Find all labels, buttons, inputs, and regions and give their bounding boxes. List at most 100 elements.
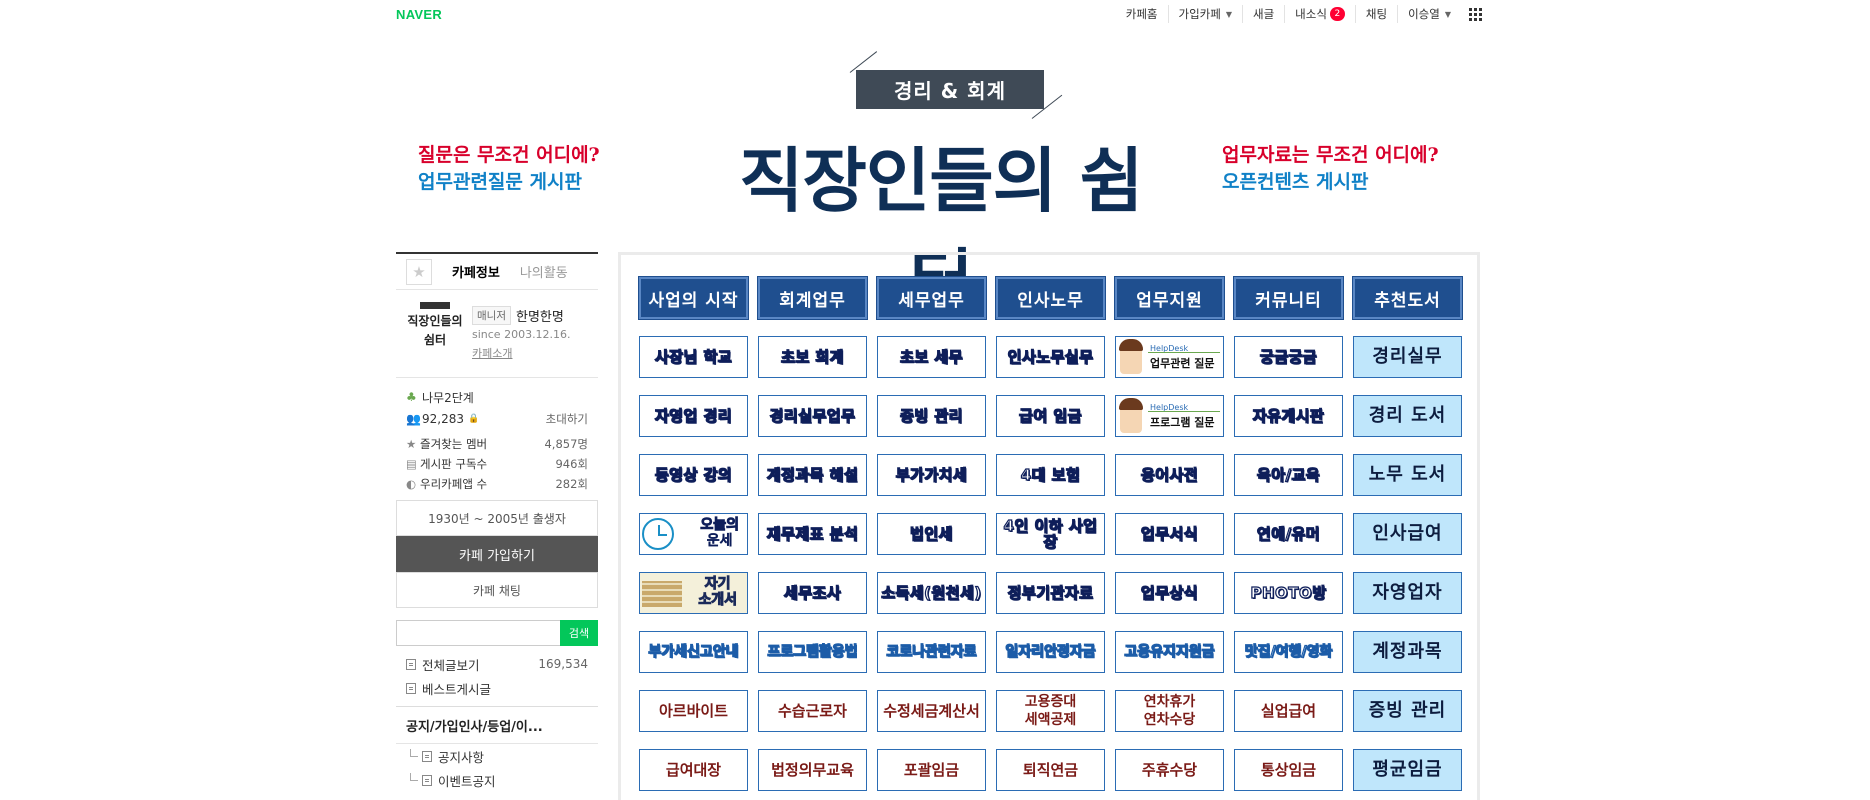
board-link-cell[interactable]: 급여대장 — [639, 749, 748, 791]
cafe-home-link[interactable]: 카페홈 — [1116, 5, 1168, 23]
board-link-cell[interactable]: 퇴직연금 — [996, 749, 1105, 791]
new-posts-link[interactable]: 새글 — [1242, 5, 1284, 23]
board-link-cell[interactable]: 업무상식 — [1115, 572, 1224, 614]
category-header[interactable]: 사업의 시작 — [638, 276, 749, 320]
board-link-cell[interactable]: 사장님 학교 — [639, 336, 748, 378]
join-cafe-button[interactable]: 카페 가입하기 — [396, 536, 598, 572]
board-link-cell[interactable]: 육아/교육 — [1234, 454, 1343, 496]
board-link-cell[interactable]: 계정과목 — [1353, 631, 1462, 673]
board-link-cell[interactable]: 용어사전 — [1115, 454, 1224, 496]
board-link-cell[interactable]: 노무 도서 — [1353, 454, 1462, 496]
board-link-cell[interactable]: 경리실무 — [1353, 336, 1462, 378]
board-link-cell[interactable]: 세무조사 — [758, 572, 867, 614]
caret-down-icon: ▼ — [1444, 9, 1451, 19]
board-link-cell[interactable]: 계정과목 해설 — [758, 454, 867, 496]
board-link-cell[interactable]: 자기 소개서 — [639, 572, 748, 614]
board-link-cell[interactable]: 자영업자 — [1353, 572, 1462, 614]
board-link-cell[interactable]: 4대 보험 — [996, 454, 1105, 496]
board-link-cell[interactable]: 재무제표 분석 — [758, 513, 867, 555]
apps-grid-icon[interactable] — [1469, 7, 1482, 21]
board-link-cell[interactable]: 초보 회계 — [758, 336, 867, 378]
board-link-cell[interactable]: 소득세(원천세) — [877, 572, 986, 614]
manager-name[interactable]: 한명한명 — [516, 306, 564, 325]
board-link-cell[interactable]: 통상임금 — [1234, 749, 1343, 791]
board-link-cell[interactable]: 동영상 강의 — [639, 454, 748, 496]
menu-group-title[interactable]: 공지/가입인사/등업/이... — [396, 706, 598, 744]
naver-logo[interactable]: NAVER — [396, 7, 442, 22]
board-link-cell[interactable]: PHOTO방 — [1234, 572, 1343, 614]
stat-label: 게시판 구독수 — [420, 457, 488, 471]
board-link-cell[interactable]: 연예/유머 — [1234, 513, 1343, 555]
board-link-cell[interactable]: HelpDesk 업무관련 질문 — [1115, 336, 1224, 378]
board-link-cell[interactable]: 법정의무교육 — [758, 749, 867, 791]
board-link-cell[interactable]: 자유게시판 — [1234, 395, 1343, 437]
board-link-cell[interactable]: 연차휴가 연차수당 — [1115, 690, 1224, 732]
board-link-label: 퇴직연금 — [1022, 761, 1079, 779]
board-link-cell[interactable]: 고용증대 세액공제 — [996, 690, 1105, 732]
board-link-cell[interactable]: 부가세신고안내 — [639, 631, 748, 673]
board-link-cell[interactable]: 일자리안정자금 — [996, 631, 1105, 673]
board-link-cell[interactable]: 증빙 관리 — [877, 395, 986, 437]
cafe-intro-link[interactable]: 카페소개 — [472, 345, 512, 361]
board-link-cell[interactable]: 초보 세무 — [877, 336, 986, 378]
board-link-cell[interactable]: 맛집/여행/영화 — [1234, 631, 1343, 673]
banner-left-text: 질문은 무조건 어디에? 업무관련질문 게시판 — [418, 140, 600, 194]
submenu-event[interactable]: 이벤트공지 — [396, 768, 598, 792]
board-link-cell[interactable]: 아르바이트 — [639, 690, 748, 732]
tab-my-activity[interactable]: 나의활동 — [520, 262, 568, 281]
tab-cafe-info[interactable]: 카페정보 — [452, 262, 500, 281]
board-link-cell[interactable]: 주휴수당 — [1115, 749, 1224, 791]
star-icon[interactable]: ★ — [406, 258, 432, 285]
joined-cafe-dropdown[interactable]: 가입카페 ▼ — [1167, 5, 1242, 23]
search-button[interactable]: 검색 — [560, 620, 598, 646]
board-link-cell[interactable]: 코로나관련자료 — [877, 631, 986, 673]
cafe-thumbnail[interactable]: 직장인들의 쉼터 — [404, 302, 466, 368]
board-link-cell[interactable]: 법인세 — [877, 513, 986, 555]
board-link-label: 연예/유머 — [1256, 525, 1321, 543]
search-input[interactable] — [396, 620, 560, 646]
board-link-cell[interactable]: 오늘의 운세 — [639, 513, 748, 555]
category-header[interactable]: 업무지원 — [1114, 276, 1225, 320]
board-link-cell[interactable]: 4인 이하 사업장 — [996, 513, 1105, 555]
board-link-cell[interactable]: 인사노무실무 — [996, 336, 1105, 378]
user-menu-dropdown[interactable]: 이승열 ▼ — [1397, 5, 1461, 23]
board-link-cell[interactable]: 증빙 관리 — [1353, 690, 1462, 732]
banner-right-board-link[interactable]: 오픈컨텐츠 게시판 — [1222, 167, 1439, 194]
my-news-link[interactable]: 내소식 2 — [1284, 5, 1355, 23]
board-link-cell[interactable]: 자영업 경리 — [639, 395, 748, 437]
board-link-cell[interactable]: 평균임금 — [1353, 749, 1462, 791]
board-link-cell[interactable]: 프로그램활용법 — [758, 631, 867, 673]
board-link-cell[interactable]: 수습근로자 — [758, 690, 867, 732]
board-link-cell[interactable]: 경리 도서 — [1353, 395, 1462, 437]
board-link-cell[interactable]: 실업급여 — [1234, 690, 1343, 732]
submenu-notice[interactable]: 공지사항 — [396, 744, 598, 768]
board-link-label: 급여대장 — [665, 761, 722, 779]
category-header[interactable]: 인사노무 — [995, 276, 1106, 320]
menu-best-posts[interactable]: 베스트게시글 — [396, 676, 598, 700]
board-link-cell[interactable]: 정부기관자료 — [996, 572, 1105, 614]
clock-icon — [642, 518, 674, 550]
board-link-cell[interactable]: 급여 임금 — [996, 395, 1105, 437]
board-link-cell[interactable]: HelpDesk 프로그램 질문 — [1115, 395, 1224, 437]
board-link-cell[interactable]: 수정세금계산서 — [877, 690, 986, 732]
category-header[interactable]: 세무업무 — [876, 276, 987, 320]
member-count[interactable]: 92,283 — [422, 412, 464, 426]
board-link-cell[interactable]: 궁금궁금 — [1234, 336, 1343, 378]
board-link-cell[interactable]: 업무서식 — [1115, 513, 1224, 555]
category-header[interactable]: 회계업무 — [757, 276, 868, 320]
stat-value: 946회 — [555, 457, 588, 471]
cafe-search: 검색 — [396, 620, 598, 646]
menu-label: 전체글보기 — [422, 657, 480, 673]
banner-left-board-link[interactable]: 업무관련질문 게시판 — [418, 167, 600, 194]
board-link-cell[interactable]: 경리실무업무 — [758, 395, 867, 437]
cafe-chat-button[interactable]: 카페 채팅 — [396, 572, 598, 608]
category-header[interactable]: 추천도서 — [1352, 276, 1463, 320]
board-link-cell[interactable]: 인사급여 — [1353, 513, 1462, 555]
chat-link[interactable]: 채팅 — [1354, 5, 1397, 23]
board-link-cell[interactable]: 포괄임금 — [877, 749, 986, 791]
category-header[interactable]: 커뮤니티 — [1233, 276, 1344, 320]
board-link-cell[interactable]: 고용유지지원금 — [1115, 631, 1224, 673]
menu-all-posts[interactable]: 전체글보기 169,534 — [396, 652, 598, 676]
invite-link[interactable]: 초대하기 — [546, 411, 588, 427]
board-link-cell[interactable]: 부가가치세 — [877, 454, 986, 496]
